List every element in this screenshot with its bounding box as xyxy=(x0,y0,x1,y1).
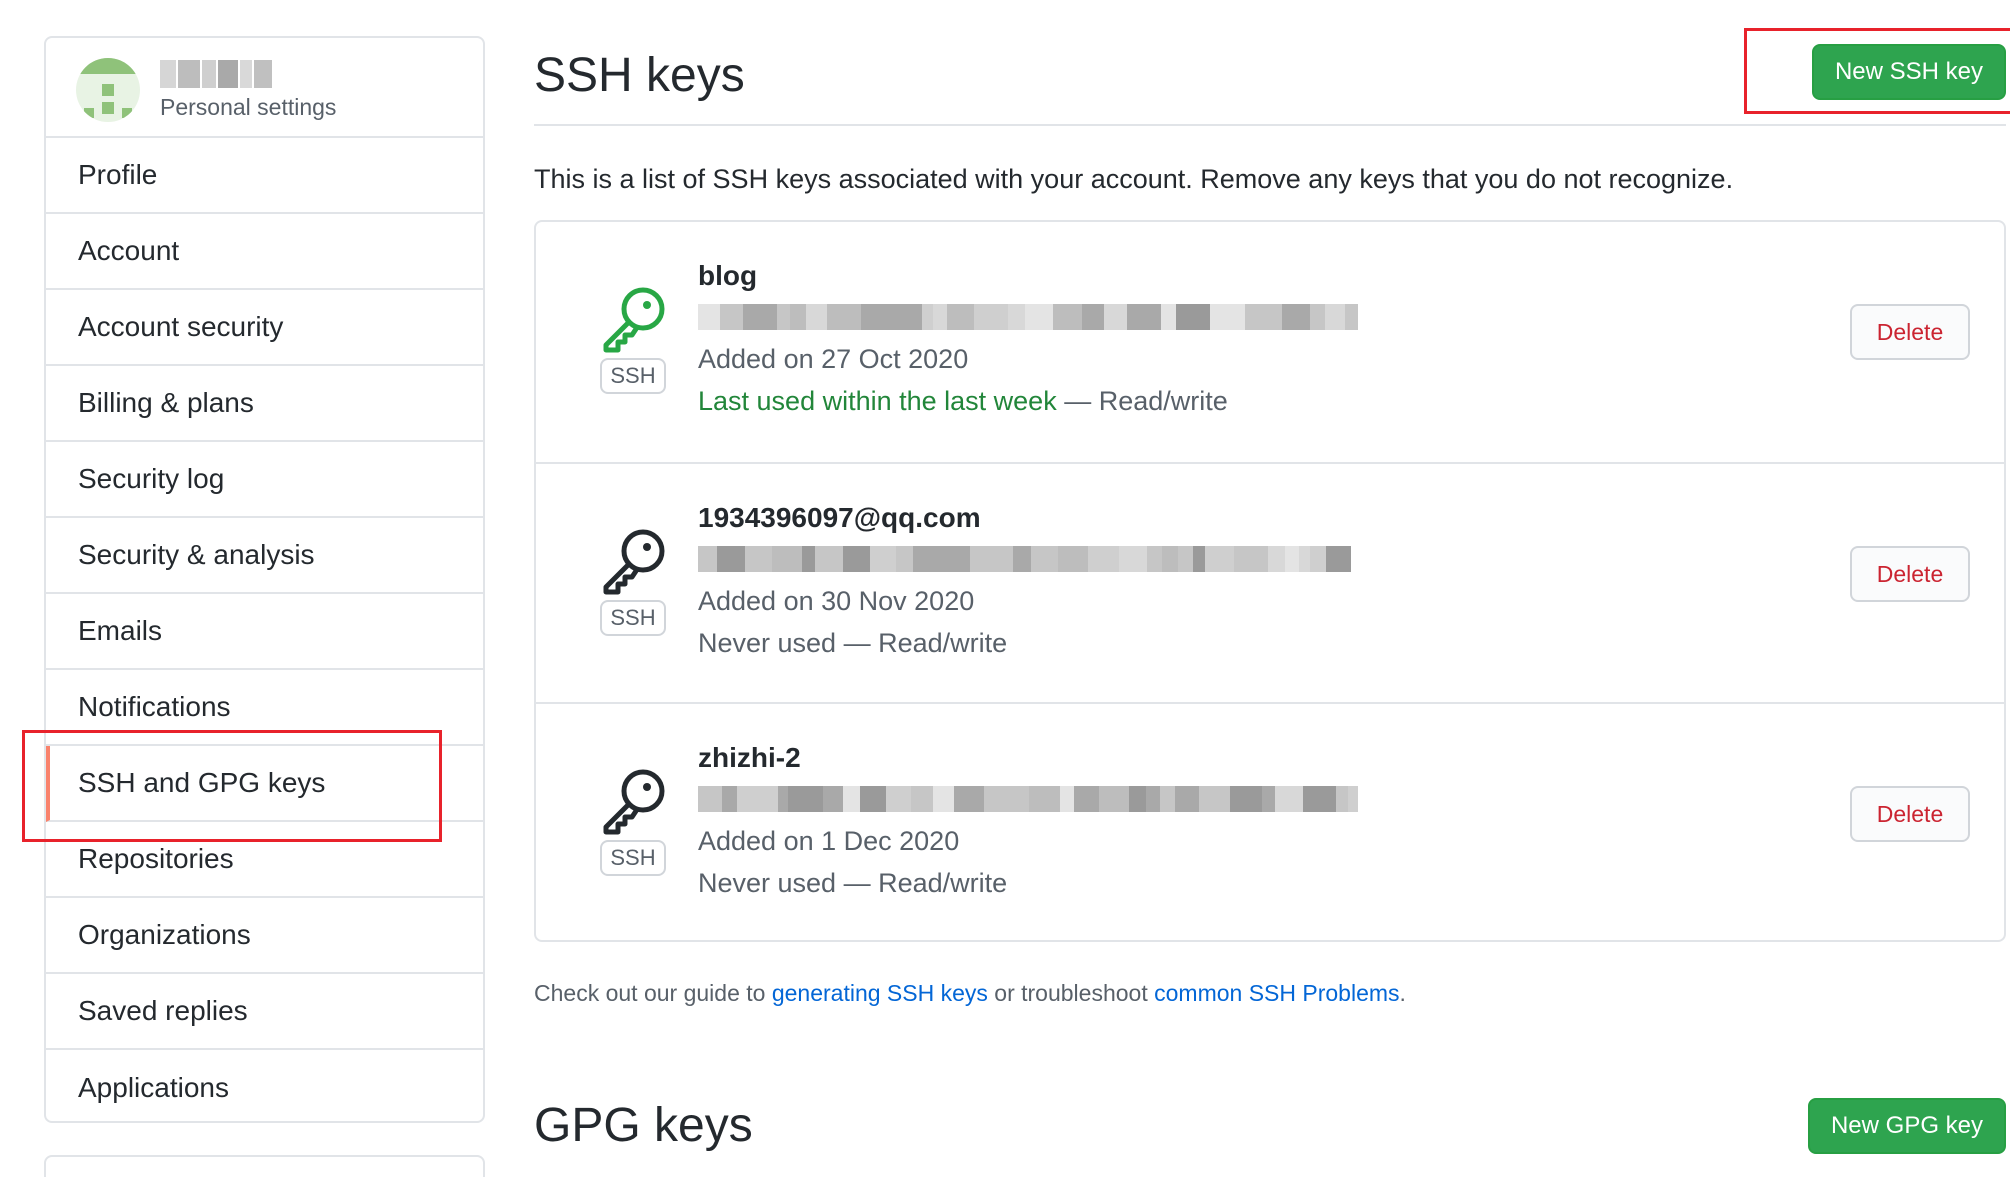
ssh-key-row: SSH blog Added on 27 Oct 2020 Last used wit… xyxy=(536,222,2004,462)
ssh-key-row: SSH 1934396097@qq.com Added on 30 Nov 2020… xyxy=(536,462,2004,702)
sidebar-item-billing-plans[interactable]: Billing & plans xyxy=(46,366,483,442)
username-redacted xyxy=(160,60,272,88)
sidebar-item-profile[interactable]: Profile xyxy=(46,138,483,214)
highlight-new-ssh-key xyxy=(1744,28,2010,114)
sidebar-item-account[interactable]: Account xyxy=(46,214,483,290)
key-usage: Last used within the last week — Read/wr… xyxy=(698,386,1228,417)
key-added-date: Added on 27 Oct 2020 xyxy=(698,344,969,374)
key-title: zhizhi-2 xyxy=(698,742,801,773)
sidebar-item-emails[interactable]: Emails xyxy=(46,594,483,670)
ssh-badge: SSH xyxy=(600,600,666,636)
highlight-ssh-gpg-nav xyxy=(22,730,442,842)
key-title: blog xyxy=(698,260,758,291)
key-usage-text: — Read/write xyxy=(1056,386,1228,416)
section-title-gpg-keys: GPG keys xyxy=(534,1099,753,1152)
key-last-used-recent: Last used within the last week xyxy=(698,386,1057,416)
secondary-sidebar xyxy=(44,1155,485,1177)
key-title: 1934396097@qq.com xyxy=(698,502,981,533)
sidebar-item-security-log[interactable]: Security log xyxy=(46,442,483,518)
guide-prefix: Check out our guide to xyxy=(534,980,772,1006)
key-icon xyxy=(598,526,668,596)
key-icon xyxy=(598,766,668,836)
settings-sidebar: Personal settings Profile Account Account … xyxy=(44,36,485,1123)
avatar[interactable] xyxy=(76,58,140,122)
guide-middle: or troubleshoot xyxy=(987,980,1155,1006)
common-ssh-problems-link[interactable]: common SSH Problems xyxy=(1154,980,1399,1006)
sidebar-item-organizations[interactable]: Organizations xyxy=(46,898,483,974)
delete-key-button[interactable]: Delete xyxy=(1850,304,1970,360)
sidebar-nav-list: Profile Account Account security Billing & … xyxy=(46,138,483,1121)
key-added-date: Added on 30 Nov 2020 xyxy=(698,586,975,616)
new-gpg-key-button[interactable]: New GPG key xyxy=(1808,1098,2006,1154)
page-title-ssh-keys: SSH keys xyxy=(534,49,745,102)
key-usage: Never used — Read/write xyxy=(698,628,1007,659)
ssh-key-row: SSH zhizhi-2 Added on 1 Dec 2020 Never used… xyxy=(536,702,2004,940)
sidebar-item-security-analysis[interactable]: Security & analysis xyxy=(46,518,483,594)
delete-key-button[interactable]: Delete xyxy=(1850,546,1970,602)
sidebar-header: Personal settings xyxy=(46,38,483,138)
sidebar-item-applications[interactable]: Applications xyxy=(46,1050,483,1121)
key-added-date: Added on 1 Dec 2020 xyxy=(698,826,960,856)
ssh-intro-text: This is a list of SSH keys associated wi… xyxy=(534,164,1734,194)
key-fingerprint-redacted xyxy=(698,304,1358,330)
sidebar-item-saved-replies[interactable]: Saved replies xyxy=(46,974,483,1050)
key-fingerprint-redacted xyxy=(698,786,1358,812)
ssh-badge: SSH xyxy=(600,358,666,394)
key-usage-text: Never used — Read/write xyxy=(698,628,1008,658)
delete-key-button[interactable]: Delete xyxy=(1850,786,1970,842)
key-usage-text: Never used — Read/write xyxy=(698,868,1008,898)
key-usage: Never used — Read/write xyxy=(698,868,1007,899)
main-content: SSH keys New SSH key This is a list of S… xyxy=(534,0,2010,1177)
generating-ssh-keys-link[interactable]: generating SSH keys xyxy=(772,980,988,1006)
key-icon xyxy=(598,284,668,354)
title-divider xyxy=(534,124,2006,126)
ssh-key-list: SSH blog Added on 27 Oct 2020 Last used wit… xyxy=(534,220,2006,942)
key-fingerprint-redacted xyxy=(698,546,1358,572)
ssh-badge: SSH xyxy=(600,840,666,876)
sidebar-subtitle: Personal settings xyxy=(160,94,337,120)
ssh-guide-text: Check out our guide to generating SSH ke… xyxy=(534,980,1406,1007)
guide-suffix: . xyxy=(1399,980,1406,1006)
sidebar-item-account-security[interactable]: Account security xyxy=(46,290,483,366)
